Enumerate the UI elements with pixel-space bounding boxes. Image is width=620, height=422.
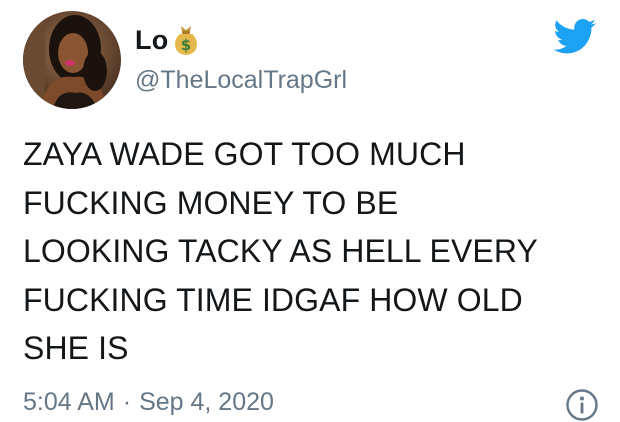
tweet-text-line: SHE IS xyxy=(23,330,129,366)
tweet-text-line: FUCKING MONEY TO BE xyxy=(23,184,399,221)
tweet-card: Lo $ @TheLocalTrapGrl ZAYA WADE GOT TOO … xyxy=(0,0,620,421)
svg-text:$: $ xyxy=(181,36,191,54)
twitter-bird-icon[interactable] xyxy=(553,19,597,55)
tweet-text-line: LOOKING TACKY AS HELL EVERY xyxy=(23,233,538,269)
user-info: Lo $ @TheLocalTrapGrl xyxy=(135,20,347,95)
meta-separator: · xyxy=(122,388,132,416)
avatar-image xyxy=(23,11,121,109)
tweet-timestamp[interactable]: 5:04 AM · Sep 4, 2020 xyxy=(23,388,274,417)
tweet-text-line: ZAYA WADE GOT TOO MUCH xyxy=(23,136,466,172)
name-row: Lo $ xyxy=(135,20,347,60)
display-name[interactable]: Lo xyxy=(135,25,168,56)
tweet-text-line: FUCKING TIME IDGAF HOW OLD xyxy=(23,281,523,318)
user-handle[interactable]: @TheLocalTrapGrl xyxy=(135,66,347,95)
info-icon[interactable] xyxy=(565,388,599,422)
tweet-date: Sep 4, 2020 xyxy=(139,388,274,416)
tweet-text: ZAYA WADE GOT TOO MUCH FUCKING MONEY TO … xyxy=(23,130,608,373)
money-bag-icon: $ xyxy=(171,23,201,57)
avatar[interactable] xyxy=(23,11,121,109)
tweet-time: 5:04 AM xyxy=(23,388,115,416)
